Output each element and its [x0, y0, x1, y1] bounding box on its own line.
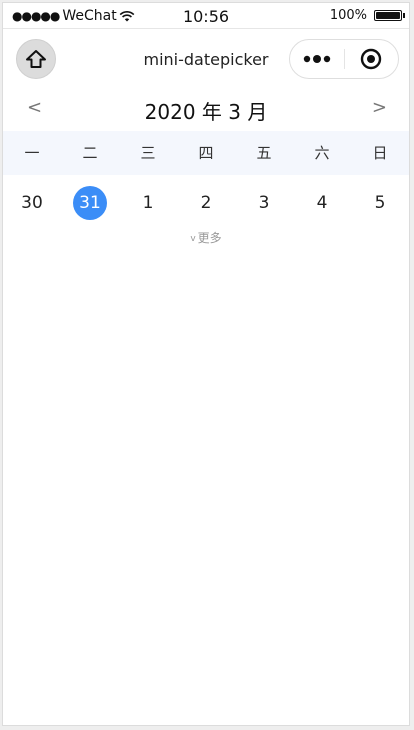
- status-bar: ●●●●● WeChat 10:56 100%: [3, 3, 409, 29]
- more-dots-icon: [303, 55, 331, 63]
- day-cell[interactable]: 1: [119, 185, 177, 221]
- month-header: < 2020 年 3 月 >: [3, 87, 409, 131]
- day-cell-selected[interactable]: 31: [61, 185, 119, 221]
- next-month-button[interactable]: >: [372, 97, 387, 118]
- menu-capsule: [289, 39, 399, 79]
- navigation-bar: mini-datepicker: [3, 29, 409, 87]
- day-cell[interactable]: 30: [3, 185, 61, 221]
- day-number: 4: [316, 193, 328, 213]
- close-button[interactable]: [345, 40, 398, 78]
- chevron-down-icon: v: [190, 234, 196, 244]
- day-number: 3: [258, 193, 270, 213]
- day-number: 31: [73, 186, 107, 220]
- day-number: 1: [142, 193, 154, 213]
- day-cell[interactable]: 3: [235, 185, 293, 221]
- day-cell[interactable]: 4: [293, 185, 351, 221]
- weekday-label: 二: [82, 144, 98, 162]
- day-number: 5: [374, 193, 386, 213]
- weekday-label: 六: [314, 144, 330, 162]
- phone-screen: ●●●●● WeChat 10:56 100% mini-datepicker: [2, 2, 410, 726]
- weekday-label: 三: [140, 144, 156, 162]
- week-row: 30 31 1 2 3 4 5: [3, 185, 409, 221]
- month-title: 2020 年 3 月: [144, 100, 268, 124]
- weekday-label: 日: [372, 144, 388, 162]
- expand-more-button[interactable]: v 更多: [3, 229, 409, 246]
- weekday-label: 一: [24, 144, 40, 162]
- day-cell[interactable]: 5: [351, 185, 409, 221]
- day-number: 2: [200, 193, 212, 213]
- target-circle-icon: [361, 48, 382, 70]
- weekday-label: 五: [256, 144, 272, 162]
- more-button[interactable]: [290, 40, 344, 78]
- battery-percent: 100%: [329, 8, 367, 23]
- expand-label: 更多: [197, 231, 222, 245]
- battery-icon: [374, 10, 405, 21]
- weekday-header: 一 二 三 四 五 六 日: [3, 131, 409, 175]
- status-right: 100%: [329, 8, 405, 23]
- weekday-label: 四: [198, 144, 214, 162]
- day-number: 30: [21, 193, 43, 213]
- day-cell[interactable]: 2: [177, 185, 235, 221]
